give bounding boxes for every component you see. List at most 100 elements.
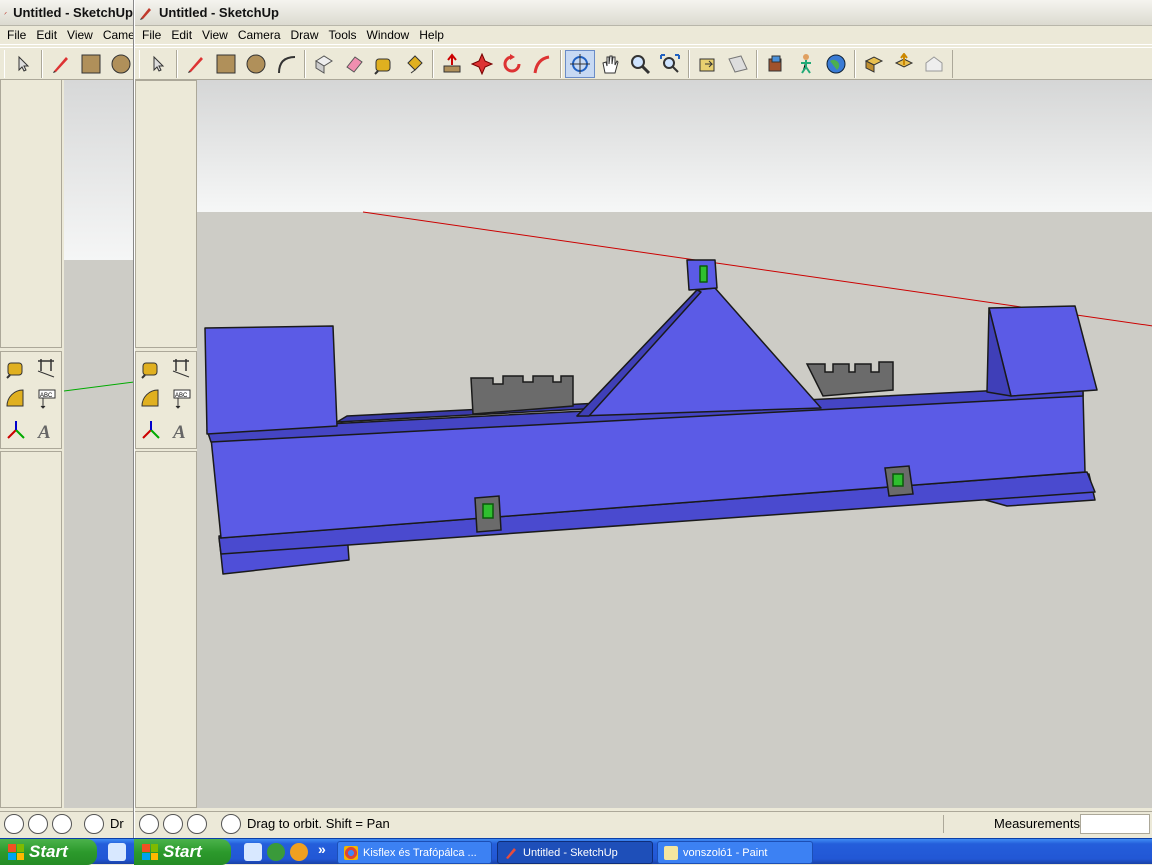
axes-icon[interactable] <box>1 414 31 445</box>
dimension-icon[interactable] <box>166 352 196 383</box>
zoom-icon[interactable] <box>625 50 655 78</box>
utorrent-icon[interactable] <box>267 843 285 861</box>
share-model-icon[interactable] <box>889 50 919 78</box>
media-player-icon[interactable] <box>290 843 308 861</box>
dimension-icon[interactable] <box>31 352 61 383</box>
walk-icon[interactable] <box>791 50 821 78</box>
start-button[interactable]: Start <box>134 839 231 865</box>
menu-edit[interactable]: Edit <box>31 28 62 42</box>
rotate-icon[interactable] <box>497 50 527 78</box>
sketchup-app-icon <box>140 7 151 20</box>
tape-measure-icon[interactable] <box>1 352 31 383</box>
menu-bar-left: File Edit View Camera <box>0 26 133 45</box>
eraser-icon[interactable] <box>339 50 369 78</box>
sketchup-window-right[interactable]: Untitled - SketchUp File Edit View Camer… <box>134 0 1152 838</box>
menu-camera[interactable]: Camera <box>233 28 286 42</box>
rectangle-icon[interactable] <box>76 50 106 78</box>
menu-file[interactable]: File <box>137 28 166 42</box>
paint-bucket-icon[interactable] <box>399 50 429 78</box>
pan-icon[interactable] <box>595 50 625 78</box>
3d-text-icon[interactable]: A <box>166 414 196 445</box>
pencil-icon[interactable] <box>46 50 76 78</box>
tape-measure-icon[interactable] <box>369 50 399 78</box>
text-icon[interactable]: ABC <box>166 383 196 414</box>
select-icon[interactable] <box>8 50 38 78</box>
model-scene[interactable] <box>197 80 1152 808</box>
credits-icon[interactable] <box>163 813 183 834</box>
component-icon[interactable] <box>693 50 723 78</box>
protractor-icon[interactable] <box>1 383 31 414</box>
menu-view[interactable]: View <box>62 28 98 42</box>
task-paint[interactable]: vonszoló1 - Paint <box>657 841 813 864</box>
pencil-icon[interactable] <box>181 50 211 78</box>
circle-icon[interactable] <box>106 50 133 78</box>
measurements-input[interactable] <box>1080 814 1150 834</box>
zoom-extents-icon[interactable] <box>655 50 685 78</box>
paint-icon <box>664 845 678 860</box>
toolbar-left <box>0 47 133 80</box>
sign-in-icon[interactable] <box>52 813 72 834</box>
axes-icon[interactable] <box>136 414 166 445</box>
title-bar-right[interactable]: Untitled - SketchUp <box>135 0 1152 26</box>
3d-text-icon[interactable]: A <box>31 414 61 445</box>
get-models-icon[interactable] <box>859 50 889 78</box>
side-toolbar-bottom-left <box>0 451 62 808</box>
protractor-icon[interactable] <box>136 383 166 414</box>
start-button[interactable]: Start <box>0 839 97 865</box>
google-earth-icon[interactable] <box>821 50 851 78</box>
svg-text:A: A <box>37 422 51 441</box>
make-component-icon[interactable] <box>309 50 339 78</box>
geo-location-icon[interactable] <box>139 813 159 834</box>
sky <box>197 80 1152 212</box>
menu-view[interactable]: View <box>197 28 233 42</box>
sketchup-app-icon <box>4 11 7 15</box>
arc-icon[interactable] <box>271 50 301 78</box>
status-text: Dr <box>110 816 124 831</box>
task-chrome[interactable]: Kisflex és Trafópálca ... <box>337 841 492 864</box>
connector-left-green <box>482 503 494 519</box>
follow-me-icon[interactable] <box>527 50 557 78</box>
left-block <box>204 325 338 435</box>
circle-icon[interactable] <box>241 50 271 78</box>
credits-icon[interactable] <box>28 813 48 834</box>
select-icon[interactable] <box>143 50 173 78</box>
move-icon[interactable] <box>467 50 497 78</box>
3d-warehouse-icon[interactable] <box>761 50 791 78</box>
drawing-viewport[interactable] <box>197 80 1152 808</box>
side-toolbar-top <box>135 80 197 348</box>
window-title: Untitled - SketchUp <box>159 5 279 20</box>
quicklaunch-overflow[interactable]: » <box>318 841 326 857</box>
ie-icon[interactable] <box>244 843 262 861</box>
text-icon[interactable]: ABC <box>31 383 61 414</box>
status-bar: Drag to orbit. Shift = Pan Measurements <box>135 811 1152 835</box>
orbit-icon[interactable] <box>565 49 595 78</box>
windows-flag-icon <box>8 844 24 860</box>
section-icon[interactable] <box>723 50 753 78</box>
ie-icon[interactable] <box>108 843 126 861</box>
side-toolbar-top-left <box>0 80 62 348</box>
task-sketchup[interactable]: Untitled - SketchUp <box>497 841 653 864</box>
menu-file[interactable]: File <box>2 28 31 42</box>
menu-tools[interactable]: Tools <box>324 28 362 42</box>
viewport-ground-left[interactable] <box>64 260 133 808</box>
rectangle-icon[interactable] <box>211 50 241 78</box>
push-pull-icon[interactable] <box>437 50 467 78</box>
menu-help[interactable]: Help <box>414 28 449 42</box>
help-icon[interactable] <box>221 813 241 834</box>
menu-window[interactable]: Window <box>362 28 415 42</box>
measurements-label: Measurements <box>943 815 1080 833</box>
top-connector-green <box>699 265 708 283</box>
tape-measure-icon[interactable] <box>136 352 166 383</box>
menu-draw[interactable]: Draw <box>286 28 324 42</box>
geo-location-icon[interactable] <box>4 813 24 834</box>
title-bar-left[interactable]: Untitled - SketchUp <box>0 0 133 26</box>
menu-edit[interactable]: Edit <box>166 28 197 42</box>
sketchup-window-left[interactable]: Untitled - SketchUp File Edit View Camer… <box>0 0 134 838</box>
svg-text:ABC: ABC <box>175 393 188 399</box>
chrome-icon <box>344 845 358 860</box>
preview-icon[interactable] <box>919 50 949 78</box>
sign-in-icon[interactable] <box>187 813 207 834</box>
menu-camera[interactable]: Camera <box>98 28 133 42</box>
help-icon[interactable] <box>84 813 104 834</box>
construction-toolbar-left: ABC A <box>0 351 62 449</box>
